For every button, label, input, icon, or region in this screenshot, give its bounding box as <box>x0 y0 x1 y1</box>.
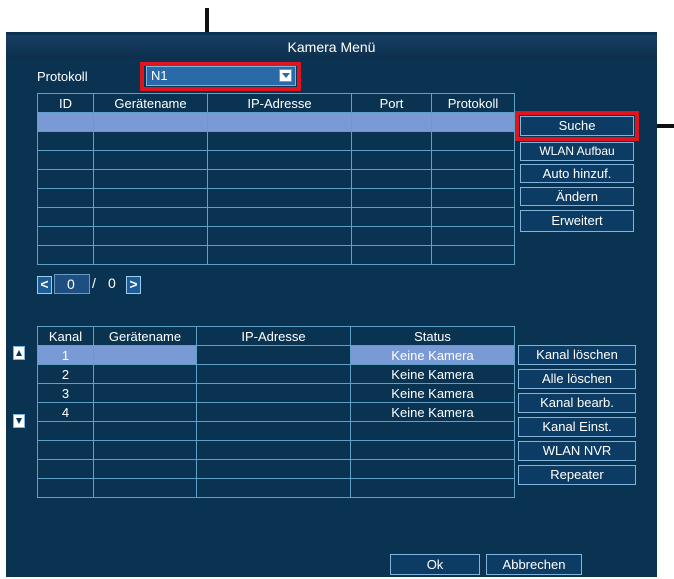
table-header-row: ID Gerätename IP-Adresse Port Protokoll <box>37 93 515 113</box>
table-row[interactable] <box>37 226 515 246</box>
scroll-up-icon[interactable] <box>13 346 25 360</box>
ok-button[interactable]: Ok <box>390 554 480 575</box>
table-row[interactable] <box>37 459 515 479</box>
next-page-button[interactable]: > <box>126 276 141 294</box>
scroll-down-icon[interactable] <box>13 414 25 428</box>
window-title: Kamera Menü <box>6 35 657 59</box>
total-pages: 0 <box>108 275 116 291</box>
column-header-ip-address: IP-Adresse <box>196 326 351 346</box>
edit-button[interactable]: Ändern <box>520 187 634 206</box>
page-number-field[interactable]: 0 <box>54 274 90 294</box>
table-row[interactable]: 4 Keine Kamera <box>37 402 515 422</box>
column-header-device-name: Gerätename <box>93 326 197 346</box>
protocol-label: Protokoll <box>37 69 88 84</box>
annotation-arrow-left <box>654 124 674 128</box>
highlight-protocol-select <box>140 62 301 91</box>
page-separator: / <box>92 275 96 291</box>
table-row[interactable] <box>37 207 515 227</box>
column-header-port: Port <box>351 93 432 113</box>
table-row[interactable]: 1 Keine Kamera <box>37 345 515 365</box>
advanced-button[interactable]: Erweitert <box>520 210 634 232</box>
table-row[interactable] <box>37 440 515 460</box>
repeater-button[interactable]: Repeater <box>518 465 636 485</box>
table-row[interactable] <box>37 169 515 189</box>
channel-settings-button[interactable]: Kanal Einst. <box>518 417 636 437</box>
channel-table: Kanal Gerätename IP-Adresse Status 1 Kei… <box>37 326 515 498</box>
table-row[interactable] <box>37 112 515 132</box>
column-header-ip-address: IP-Adresse <box>207 93 352 113</box>
table-row[interactable]: 3 Keine Kamera <box>37 383 515 403</box>
column-header-status: Status <box>350 326 515 346</box>
table-row[interactable]: 2 Keine Kamera <box>37 364 515 384</box>
table-header-row: Kanal Gerätename IP-Adresse Status <box>37 326 515 346</box>
wlan-nvr-button[interactable]: WLAN NVR <box>518 441 636 461</box>
column-header-protocol: Protokoll <box>431 93 515 113</box>
cancel-button[interactable]: Abbrechen <box>486 554 582 575</box>
table-row[interactable] <box>37 131 515 151</box>
column-header-id: ID <box>37 93 94 113</box>
delete-channel-button[interactable]: Kanal löschen <box>518 345 636 365</box>
table-row[interactable] <box>37 150 515 170</box>
edit-channel-button[interactable]: Kanal bearb. <box>518 393 636 413</box>
table-row[interactable] <box>37 421 515 441</box>
device-search-table: ID Gerätename IP-Adresse Port Protokoll <box>37 93 515 265</box>
current-page: 0 <box>67 276 75 292</box>
auto-add-button[interactable]: Auto hinzuf. <box>520 164 634 183</box>
table-row[interactable] <box>37 188 515 208</box>
table-row[interactable] <box>37 478 515 498</box>
column-header-channel: Kanal <box>37 326 94 346</box>
prev-page-button[interactable]: < <box>37 276 52 294</box>
highlight-search-button <box>515 111 639 141</box>
column-header-device-name: Gerätename <box>93 93 208 113</box>
wlan-setup-button[interactable]: WLAN Aufbau <box>520 142 634 161</box>
table-row[interactable] <box>37 245 515 265</box>
delete-all-button[interactable]: Alle löschen <box>518 369 636 389</box>
